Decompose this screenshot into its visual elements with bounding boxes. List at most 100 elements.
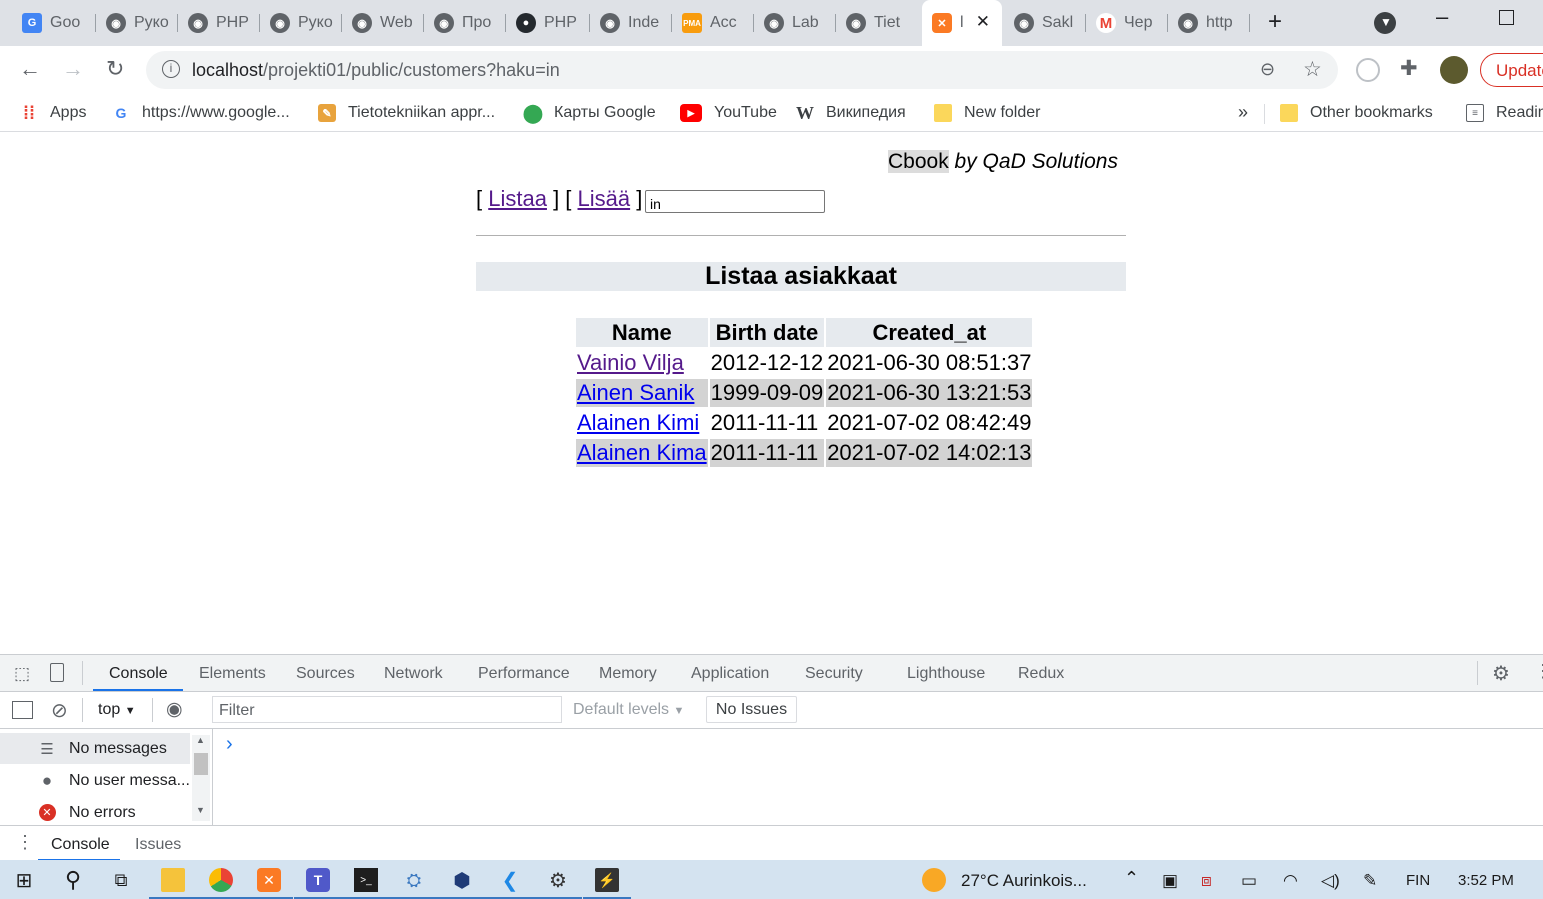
volume-icon[interactable]: ◁) — [1321, 871, 1340, 891]
chrome-icon[interactable] — [197, 868, 245, 899]
browser-tab[interactable]: ◉ Web — [342, 8, 424, 38]
browser-tab[interactable]: G Goo — [12, 8, 96, 38]
teams-icon[interactable]: T — [294, 868, 342, 899]
settings-gear-icon[interactable]: ⚙ — [1492, 661, 1510, 686]
browser-tab[interactable]: ◉ Inde — [590, 8, 672, 38]
devtools-tab-elements[interactable]: Elements — [199, 665, 266, 683]
sidebar-toggle-icon[interactable] — [12, 701, 33, 719]
task-view-icon[interactable]: ⧉ — [109, 868, 133, 892]
file-explorer-icon[interactable] — [149, 868, 197, 899]
language-indicator[interactable]: FIN — [1406, 872, 1430, 889]
context-selector[interactable]: top ▼ — [98, 701, 136, 719]
notification-app-icon[interactable]: ⧈ — [1201, 871, 1212, 891]
browser-tab[interactable]: ◉ Lab — [754, 8, 836, 38]
sidebar-item-user-messages[interactable]: ● No user messa... — [0, 765, 190, 796]
close-tab-icon[interactable]: ✕ — [976, 12, 990, 32]
devtools-tab-redux[interactable]: Redux — [1018, 665, 1064, 683]
app-icon[interactable]: ⛭ — [390, 868, 438, 899]
browser-tab[interactable]: ◉ Руко — [260, 8, 342, 38]
minimize-button[interactable]: – — [1436, 4, 1448, 30]
console-prompt[interactable]: › — [226, 733, 233, 756]
bookmark-google[interactable]: G https://www.google... — [112, 104, 290, 122]
devtools-tab-lighthouse[interactable]: Lighthouse — [907, 665, 985, 683]
weather-sun-icon[interactable] — [922, 868, 946, 892]
browser-tab[interactable]: ● PHP — [506, 8, 590, 38]
update-button[interactable]: Update — [1480, 53, 1543, 87]
bookmark-youtube[interactable]: ▶ YouTube — [680, 104, 777, 122]
sidebar-item-messages[interactable]: ☰ No messages — [0, 733, 190, 764]
drawer-menu-icon[interactable]: ⋮ — [16, 832, 34, 853]
devtools-tab-network[interactable]: Network — [384, 665, 443, 683]
browser-tab[interactable]: ◉ Sakl — [1004, 8, 1086, 38]
devtools-tab-performance[interactable]: Performance — [478, 665, 570, 683]
drawer-tab-console[interactable]: Console — [51, 836, 110, 854]
browser-tab[interactable]: ◉ Tiet — [836, 8, 920, 38]
clear-console-icon[interactable]: ⊘ — [51, 698, 68, 723]
pen-icon[interactable]: ✎ — [1363, 871, 1377, 891]
info-icon[interactable]: i — [162, 60, 180, 78]
browser-tab[interactable]: ◉ Руко — [96, 8, 178, 38]
extension-icon[interactable] — [1356, 58, 1380, 82]
sidebar-item-errors[interactable]: ✕ No errors — [0, 797, 190, 828]
url-text[interactable]: localhost/projekti01/public/customers?ha… — [192, 60, 560, 81]
devtools-tab-security[interactable]: Security — [805, 665, 863, 683]
issues-button[interactable]: No Issues — [706, 696, 797, 723]
windows-start-icon[interactable]: ⊞ — [12, 868, 36, 892]
wifi-icon[interactable]: ◠ — [1283, 871, 1298, 891]
reload-button[interactable]: ↻ — [106, 56, 124, 82]
battery-icon[interactable]: ▭ — [1241, 871, 1257, 891]
avatar[interactable] — [1440, 56, 1468, 84]
devtools-tab-sources[interactable]: Sources — [296, 665, 355, 683]
customer-link[interactable]: Ainen Sanik — [577, 380, 694, 405]
customer-link[interactable]: Alainen Kimi — [577, 410, 699, 435]
customer-link[interactable]: Vainio Vilja — [577, 350, 684, 375]
terminal-icon[interactable]: >_ — [342, 868, 390, 899]
drawer-tab-issues[interactable]: Issues — [135, 836, 181, 854]
bookmark-star-icon[interactable]: ☆ — [1303, 57, 1322, 82]
browser-tab[interactable]: PMA Acc — [672, 8, 754, 38]
other-bookmarks[interactable]: Other bookmarks — [1280, 104, 1433, 122]
customer-link[interactable]: Alainen Kima — [577, 440, 707, 465]
console-filter-input[interactable]: Filter — [212, 696, 562, 723]
more-options-icon[interactable]: ⋮ — [1534, 661, 1543, 682]
scroll-up-arrow-icon[interactable]: ▲ — [196, 735, 205, 745]
bookmark-google-maps[interactable]: ⬤ Карты Google — [523, 103, 656, 123]
inspect-element-icon[interactable]: ⬚ — [14, 664, 30, 684]
meet-now-icon[interactable]: ▣ — [1162, 871, 1178, 891]
zoom-icon[interactable]: ⊖ — [1260, 59, 1275, 80]
eye-icon[interactable]: ◉ — [166, 698, 183, 721]
browser-tab[interactable]: ◉ PHP — [178, 8, 260, 38]
tab-search-button[interactable]: ▼ — [1374, 12, 1396, 34]
browser-tab[interactable]: M Чер — [1086, 8, 1168, 38]
browser-tab[interactable]: ◉ Про — [424, 8, 506, 38]
bookmark-apps[interactable]: ⁞⁞ Apps — [20, 103, 86, 123]
log-levels-dropdown[interactable]: Default levels ▼ — [573, 701, 684, 719]
app-icon[interactable]: ⚡ — [583, 868, 631, 899]
search-icon[interactable]: ⚲ — [61, 867, 85, 892]
device-toolbar-icon[interactable] — [50, 663, 64, 682]
virtualbox-icon[interactable]: ⬢ — [438, 868, 486, 899]
bookmark-tietotekniikan[interactable]: ✎ Tietotekniikan appr... — [318, 104, 495, 122]
bookmarks-overflow-button[interactable]: » — [1238, 102, 1248, 123]
weather-label[interactable]: 27°C Aurinkois... — [961, 871, 1087, 891]
new-tab-button[interactable]: + — [1268, 8, 1282, 36]
restore-button[interactable] — [1499, 10, 1514, 25]
devtools-tab-memory[interactable]: Memory — [599, 665, 657, 683]
scrollbar-thumb[interactable] — [194, 753, 208, 775]
back-button[interactable]: ← — [19, 56, 41, 82]
add-link[interactable]: Lisää — [578, 186, 631, 211]
devtools-tab-application[interactable]: Application — [691, 665, 769, 683]
bookmark-wikipedia[interactable]: W Википедия — [796, 103, 906, 123]
show-hidden-icons-icon[interactable]: ⌃ — [1124, 868, 1139, 889]
extensions-puzzle-icon[interactable]: ✚ — [1400, 56, 1418, 81]
bookmark-new-folder[interactable]: New folder — [934, 104, 1040, 122]
list-link[interactable]: Listaa — [488, 186, 547, 211]
address-bar[interactable]: i localhost/projekti01/public/customers?… — [146, 51, 1338, 89]
forward-button[interactable]: → — [62, 56, 84, 82]
scroll-down-arrow-icon[interactable]: ▼ — [196, 805, 205, 815]
devtools-tab-console[interactable]: Console — [109, 665, 168, 683]
browser-tab[interactable]: ◉ http — [1168, 8, 1250, 38]
search-input[interactable] — [645, 190, 825, 213]
sidebar-scrollbar[interactable]: ▲ ▼ — [192, 735, 210, 821]
browser-tab-active[interactable]: ✕ l ✕ — [922, 0, 1002, 46]
